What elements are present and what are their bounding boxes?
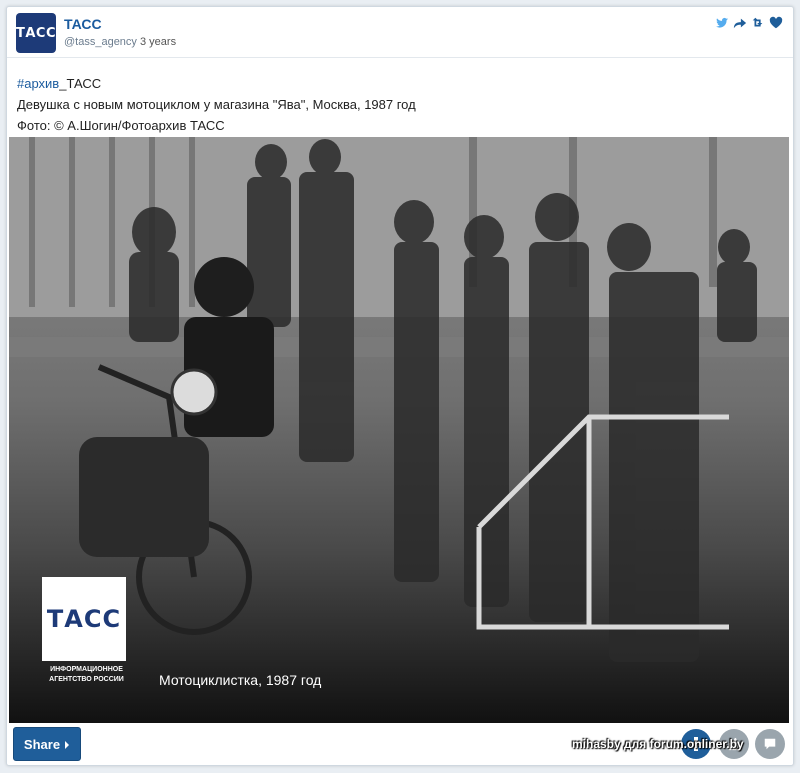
photo-scene: [9, 137, 789, 662]
retweet-icon[interactable]: [751, 16, 765, 30]
author-handle[interactable]: @tass_agency: [64, 36, 137, 48]
post-line-1: #архив_ТАСС: [17, 73, 416, 94]
tass-logo-text: ТАСС: [46, 605, 122, 633]
share-button[interactable]: Share: [13, 727, 81, 761]
agency-line-1: ИНФОРМАЦИОННОЕ: [50, 666, 123, 673]
watermark-text: mihasby для forum.onliner.by: [572, 737, 744, 751]
chevron-right-icon: [64, 737, 70, 752]
post-photo[interactable]: ТАСС ИНФОРМАЦИОННОЕ АГЕНТСТВО РОССИИ Мот…: [9, 137, 789, 723]
hashtag-link[interactable]: #архив: [17, 76, 59, 91]
agency-label: ИНФОРМАЦИОННОЕ АГЕНТСТВО РОССИИ: [39, 665, 134, 685]
post-card: ТАСС ТАСС @tass_agency 3 years #архив_ТА…: [6, 6, 794, 766]
agency-line-2: АГЕНТСТВО РОССИИ: [49, 676, 124, 683]
heart-icon[interactable]: [769, 16, 783, 30]
header-divider: [7, 57, 793, 58]
post-header: ТАСС ТАСС @tass_agency 3 years: [7, 7, 793, 57]
post-line-2: Девушка с новым мотоциклом у магазина "Я…: [17, 97, 416, 112]
twitter-icon[interactable]: [715, 16, 729, 30]
photo-caption: Мотоциклистка, 1987 год: [159, 672, 322, 688]
post-line-3: Фото: © А.Шогин/Фотоархив ТАСС: [17, 118, 225, 133]
avatar[interactable]: ТАСС: [16, 13, 56, 53]
post-text: #архив_ТАСС Девушка с новым мотоциклом у…: [17, 73, 416, 136]
post-meta: @tass_agency 3 years: [64, 36, 176, 48]
share-label: Share: [23, 736, 61, 752]
hashtag-suffix: _ТАСС: [59, 76, 102, 91]
comment-icon[interactable]: [755, 729, 785, 759]
author-name[interactable]: ТАСС: [64, 16, 102, 32]
tass-logo: ТАСС: [42, 577, 126, 661]
header-actions: [715, 16, 783, 30]
reply-icon[interactable]: [733, 16, 747, 30]
post-age[interactable]: 3 years: [140, 36, 176, 48]
